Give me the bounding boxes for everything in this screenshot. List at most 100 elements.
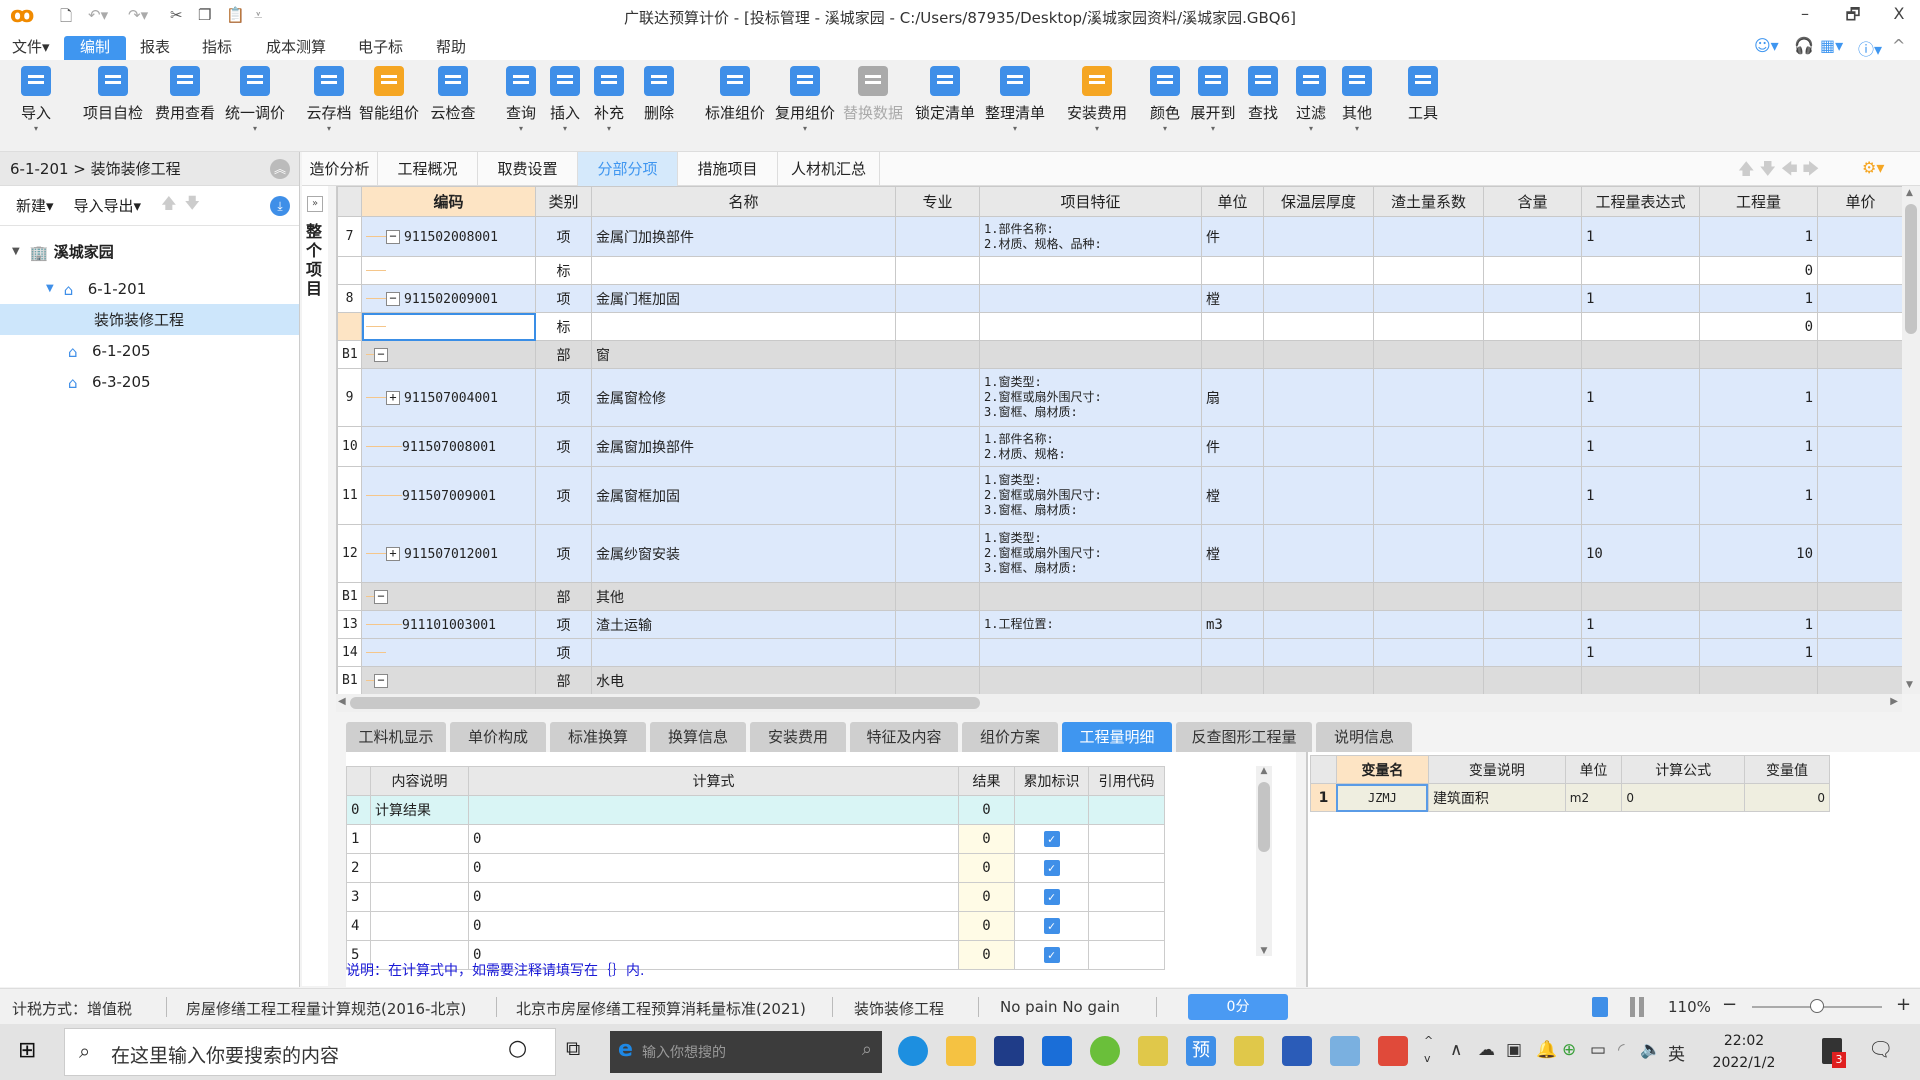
specialty-cell[interactable] [895,582,980,611]
scroll-left-icon[interactable]: ◀ [338,696,346,707]
qty-cell[interactable]: 1 [1699,610,1818,639]
pdf-icon[interactable] [1378,1036,1408,1066]
scroll-down-icon[interactable]: ▼ [1256,946,1272,956]
specialty-cell[interactable] [895,340,980,369]
smart-price-button[interactable]: 智能组价 [354,66,424,123]
qty-cell[interactable]: 1 [1699,466,1818,525]
name-cell[interactable]: 金属窗框加固 [591,466,896,525]
accumulate-checkbox[interactable]: ✓ [1043,860,1060,876]
import-export-button[interactable]: 导入导出▾ [74,195,142,216]
content-cell[interactable] [1483,426,1582,467]
table-row[interactable]: 14 项 1 1 [337,638,1902,667]
insulation-cell[interactable] [1263,582,1374,611]
specialty-cell[interactable] [895,466,980,525]
muck-coef-cell[interactable] [1373,524,1484,583]
ref-code-cell[interactable] [1088,911,1165,941]
var-unit-cell[interactable]: m2 [1564,783,1623,812]
content-cell[interactable] [1483,368,1582,427]
zoom-slider-thumb[interactable] [1810,999,1824,1013]
col-code[interactable]: 编码 [361,186,536,217]
col-qty-expr[interactable]: 工程量表达式 [1581,186,1700,217]
accumulate-cell[interactable]: ✓ [1014,911,1089,941]
features-cell[interactable]: 1.部件名称: 2.材质、规格、品种: [979,216,1202,257]
qty-result-row[interactable]: 0 计算结果 0 [346,795,1165,825]
code-cell[interactable]: +911507004001 [361,368,536,427]
formula-cell[interactable] [468,795,959,825]
minimize-button[interactable]: – [1790,4,1820,23]
features-cell[interactable]: 1.窗类型: 2.窗框或扇外围尺寸: 3.窗框、扇材质: [979,368,1202,427]
collapse-ribbon-icon[interactable]: ^ [1892,36,1905,55]
var-desc-cell[interactable]: 建筑面积 [1427,783,1566,812]
content-desc-cell[interactable]: 计算结果 [370,795,469,825]
tab-labor-material[interactable]: 人材机汇总 [778,152,880,186]
table-row[interactable]: 标0 [337,312,1902,341]
zoom-in-button[interactable]: + [1896,994,1911,1015]
tree-item-decoration[interactable]: 装饰装修工程 [0,304,299,335]
insulation-cell[interactable] [1263,466,1374,525]
qty-row[interactable]: 2 0 0 ✓ [346,853,1165,883]
move-up-icon[interactable]: 🡅 [161,193,176,218]
muck-coef-cell[interactable] [1373,312,1484,341]
qty-row[interactable]: 4 0 0 ✓ [346,911,1165,941]
tab-description[interactable]: 说明信息 [1316,722,1412,752]
table-row[interactable]: 标0 [337,256,1902,285]
menu-cost-calc[interactable]: 成本测算 [258,36,334,60]
adjust-price-button[interactable]: 统一调价 ▾ [220,66,290,133]
fee-view-button[interactable]: 费用查看 [150,66,220,123]
ie-browser-icon[interactable] [1090,1036,1120,1066]
qty-cell[interactable]: 10 [1699,524,1818,583]
accumulate-checkbox[interactable]: ✓ [1043,889,1060,905]
content-desc-cell[interactable] [370,882,469,912]
qty-expr-cell[interactable]: 1 [1581,610,1700,639]
unit-price-cell[interactable] [1817,312,1902,341]
calc-spec[interactable]: 房屋修缮工程工程量计算规范(2016-北京) [186,998,466,1019]
taskbar-search-box[interactable]: ⌕ 在这里输入你要搜索的内容 [64,1028,556,1076]
var-value-cell[interactable]: 0 [1744,783,1830,812]
collapse-icon[interactable]: − [374,347,388,362]
col-specialty[interactable]: 专业 [895,186,980,217]
category-cell[interactable]: 部 [535,666,592,694]
collapse-up-icon[interactable]: ︽ [270,158,290,179]
name-cell[interactable]: 金属窗检修 [591,368,896,427]
name-cell[interactable]: 金属门加换部件 [591,216,896,257]
name-cell[interactable]: 水电 [591,666,896,694]
insulation-cell[interactable] [1263,426,1374,467]
muck-coef-cell[interactable] [1373,582,1484,611]
qty-cell[interactable]: 0 [1699,312,1818,341]
tab-features-content[interactable]: 特征及内容 [850,722,958,752]
qty-cell[interactable]: 1 [1699,284,1818,313]
features-cell[interactable]: 1.工程位置: [979,610,1202,639]
lock-list-button[interactable]: 锁定清单 [910,66,980,123]
tree-item-project[interactable]: ▼ 🏢 溪城家园 [0,236,299,267]
scroll-right-icon[interactable]: ▶ [1890,696,1898,707]
menu-e-bid[interactable]: 电子标 [350,36,411,60]
features-cell[interactable]: 1.部件名称: 2.材质、规格: [979,426,1202,467]
qty-scrollbar[interactable]: ▲ ▼ [1256,766,1272,956]
collapse-icon[interactable]: − [386,291,400,306]
content-cell[interactable] [1483,312,1582,341]
qty-expr-cell[interactable]: 1 [1581,466,1700,525]
muck-coef-cell[interactable] [1373,368,1484,427]
qty-expr-cell[interactable]: 1 [1581,426,1700,467]
code-cell[interactable]: −911502008001 [361,216,536,257]
content-cell[interactable] [1483,582,1582,611]
variable-row[interactable]: 1 JZMJ 建筑面积 m2 0 0 [1310,783,1830,812]
insulation-cell[interactable] [1263,610,1374,639]
name-cell[interactable]: 其他 [591,582,896,611]
collapse-icon[interactable]: − [374,673,388,688]
word-icon[interactable] [1282,1036,1312,1066]
name-cell[interactable] [591,312,896,341]
move-down-icon[interactable]: 🡇 [184,193,199,218]
project-type[interactable]: 装饰装修工程 [854,998,944,1019]
code-cell[interactable]: − [361,582,536,611]
menu-report[interactable]: 报表 [132,36,178,60]
tab-fee-settings[interactable]: 取费设置 [478,152,578,186]
menu-file[interactable]: 文件▾ [4,36,58,60]
insulation-cell[interactable] [1263,284,1374,313]
security-icon[interactable]: ⊕ [1562,1040,1576,1060]
qty-cell[interactable] [1699,582,1818,611]
unit-cell[interactable] [1201,340,1264,369]
battery-icon[interactable]: ▭ [1590,1040,1606,1060]
code-cell[interactable]: − [361,340,536,369]
tab-unit-price-composition[interactable]: 单价构成 [450,722,546,752]
